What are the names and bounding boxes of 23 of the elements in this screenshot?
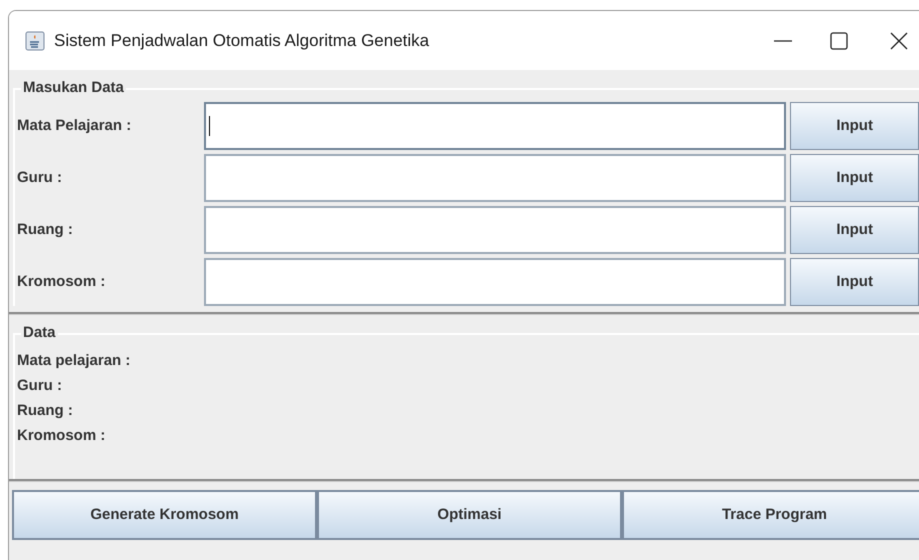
input-button[interactable]: Input — [790, 206, 919, 254]
field-label: Mata Pelajaran : — [17, 116, 132, 136]
text-field[interactable] — [204, 206, 786, 254]
window-title: Sistem Penjadwalan Otomatis Algoritma Genetika — [54, 30, 430, 52]
data-label: Mata pelajaran : — [17, 351, 132, 371]
action-button[interactable]: Generate Kromosom — [12, 490, 317, 540]
maximize-icon[interactable] — [829, 30, 849, 50]
input-button[interactable]: Input — [790, 258, 919, 306]
data-label: Guru : — [17, 376, 63, 396]
field-label: Kromosom : — [17, 272, 106, 292]
text-field[interactable] — [204, 154, 786, 202]
data-label: Ruang : — [17, 401, 74, 421]
app-icon — [25, 30, 45, 50]
input-button[interactable]: Input — [790, 154, 919, 202]
field-label: Guru : — [17, 168, 63, 188]
action-button[interactable]: Optimasi — [317, 490, 622, 540]
close-icon[interactable] — [889, 30, 909, 50]
data-label: Kromosom : — [17, 426, 106, 446]
input-button[interactable]: Input — [790, 102, 919, 150]
text-field[interactable] — [204, 258, 786, 306]
text-field[interactable] — [204, 102, 786, 150]
action-button[interactable]: Trace Program — [622, 490, 919, 540]
field-label: Ruang : — [17, 220, 74, 240]
